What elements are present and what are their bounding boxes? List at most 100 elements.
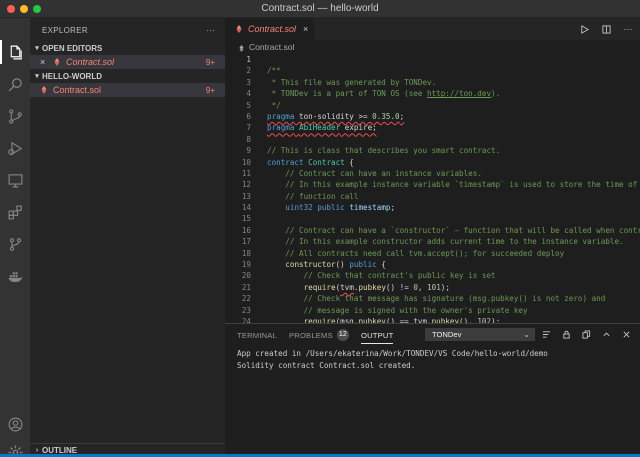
line-number: 15 (241, 214, 251, 224)
panel-actions (541, 329, 632, 340)
code-line[interactable]: 4 * TONDev is a part of TON OS (see http… (225, 88, 640, 99)
code-line[interactable]: 22 // Check that message has signature (… (225, 293, 640, 304)
line-number: 2 (246, 66, 251, 76)
code-line[interactable]: 13 // function call (225, 191, 640, 202)
code-line[interactable]: 19 constructor() public { (225, 259, 640, 270)
extensions-icon[interactable] (5, 202, 25, 222)
line-content: // Contract can have an instance variabl… (285, 168, 482, 178)
line-number: 7 (246, 123, 251, 133)
line-content: // In this example instance variable `ti… (285, 180, 638, 190)
filter-list-icon[interactable] (541, 329, 552, 340)
code-line[interactable]: 2 /** (225, 65, 640, 76)
code-line[interactable]: 20 // Check that contract's public key i… (225, 270, 640, 281)
tab-close-icon[interactable]: × (303, 24, 308, 34)
line-number: 9 (246, 146, 251, 156)
line-number: 16 (241, 225, 251, 235)
solidity-file-icon (238, 44, 245, 52)
code-line[interactable]: 17 // In this example constructor adds c… (225, 236, 640, 247)
code-editor[interactable]: 1 2/** 3 * This file was generated by TOND… (225, 54, 640, 341)
breadcrumb[interactable]: Contract.sol (225, 40, 640, 54)
line-content (251, 213, 267, 224)
lock-icon[interactable] (561, 329, 572, 340)
code-line[interactable]: 18 // All contracts need call tvm.accept… (225, 248, 640, 259)
docker-icon[interactable] (5, 266, 25, 286)
problem-count-badge: 9+ (205, 57, 215, 67)
files-icon[interactable] (5, 42, 25, 62)
line-content: // This is class that describes you smar… (267, 146, 501, 156)
output-channel-select[interactable]: TONDev ⌄ (425, 328, 535, 341)
code-line[interactable]: 8 (225, 134, 640, 145)
code-line[interactable]: 12 // In this example instance variable … (225, 179, 640, 190)
tab-terminal[interactable]: TERMINAL (237, 324, 277, 346)
open-editor-item[interactable]: × Contract.sol 9+ (30, 55, 225, 69)
workspace-label: HELLO-WORLD (42, 71, 102, 81)
code-line[interactable]: 6 pragma ton-solidity >= 0.35.0; (225, 111, 640, 122)
code-line[interactable]: 23 // message is signed with the owner's… (225, 305, 640, 316)
active-indicator (0, 40, 2, 64)
chevron-down-icon: ⌄ (523, 330, 530, 339)
run-debug-icon[interactable] (5, 138, 25, 158)
output-log[interactable]: App created in /Users/ekaterina/Work/TON… (225, 346, 640, 374)
code-line[interactable]: 14 uint32 public timestamp; (225, 202, 640, 213)
code-line[interactable]: 3 * This file was generated by TONDev. (225, 77, 640, 88)
line-content: contract Contract { (267, 157, 354, 167)
search-icon[interactable] (5, 74, 25, 94)
line-content: // function call (285, 191, 359, 201)
line-number: 14 (241, 203, 251, 213)
account-icon[interactable] (5, 414, 25, 434)
remote-explorer-icon[interactable] (5, 170, 25, 190)
line-number: 3 (246, 77, 251, 87)
run-icon[interactable] (578, 22, 590, 36)
code-line[interactable]: 9 // This is class that describes you sma… (225, 145, 640, 156)
split-editor-icon[interactable] (600, 22, 612, 36)
tab-problems[interactable]: PROBLEMS 12 (289, 324, 349, 346)
line-number: 5 (246, 100, 251, 110)
solidity-file-icon (53, 58, 61, 66)
code-line[interactable]: 5 */ (225, 100, 640, 111)
output-channel-value: TONDev (432, 330, 462, 339)
line-content: /** (267, 66, 281, 76)
explorer-sidebar: EXPLORER ··· ▾ OPEN EDITORS × Contract.s… (30, 18, 225, 457)
line-number: 12 (241, 180, 251, 190)
line-content: require(tvm.pubkey() != 0, 101); (303, 282, 450, 292)
tab-output[interactable]: OUTPUT (361, 324, 394, 346)
code-line[interactable]: 21 require(tvm.pubkey() != 0, 101); (225, 282, 640, 293)
line-number: 1 (246, 55, 251, 64)
tab-contract-sol[interactable]: Contract.sol × (225, 18, 316, 40)
close-icon[interactable]: × (40, 57, 50, 67)
line-content: // Check that message has signature (msg… (303, 294, 606, 304)
line-number: 20 (241, 271, 251, 281)
copy-icon[interactable] (581, 329, 592, 340)
more-actions-icon[interactable]: ··· (206, 26, 215, 35)
line-content (251, 54, 267, 65)
line-content: pragma ton-solidity >= 0.35.0; (267, 111, 405, 121)
workspace-section[interactable]: ▾ HELLO-WORLD (30, 69, 225, 83)
git-graph-icon[interactable] (5, 234, 25, 254)
line-content: * This file was generated by TONDev. (267, 77, 437, 87)
code-line[interactable]: 7 pragma AbiHeader expire; (225, 122, 640, 133)
line-number: 17 (241, 237, 251, 247)
more-icon[interactable]: ··· (622, 22, 634, 36)
maximize-icon[interactable] (601, 329, 612, 340)
source-control-icon[interactable] (5, 106, 25, 126)
title-bar: Contract.sol — hello-world (0, 0, 640, 18)
code-line[interactable]: 10 contract Contract { (225, 157, 640, 168)
code-line[interactable]: 1 (225, 54, 640, 65)
line-content: constructor() public { (285, 260, 386, 270)
breadcrumb-file: Contract.sol (249, 42, 295, 52)
chevron-down-icon: ▾ (35, 73, 39, 80)
open-editors-label: OPEN EDITORS (42, 43, 103, 53)
output-line: App created in /Users/ekaterina/Work/TON… (237, 349, 548, 358)
open-editors-section[interactable]: ▾ OPEN EDITORS (30, 41, 225, 55)
code-line[interactable]: 16 // Contract can have a `constructor` … (225, 225, 640, 236)
workspace-file-item[interactable]: Contract.sol 9+ (30, 83, 225, 97)
code-line[interactable]: 15 (225, 213, 640, 224)
code-line[interactable]: 11 // Contract can have an instance vari… (225, 168, 640, 179)
line-number: 6 (246, 111, 251, 121)
line-content: // Contract can have a `constructor` – f… (285, 225, 640, 235)
problems-count-badge: 12 (336, 329, 349, 341)
workspace-filename: Contract.sol (53, 85, 102, 95)
line-number: 13 (241, 191, 251, 201)
close-icon[interactable] (621, 329, 632, 340)
editor-actions: ··· (578, 22, 634, 36)
